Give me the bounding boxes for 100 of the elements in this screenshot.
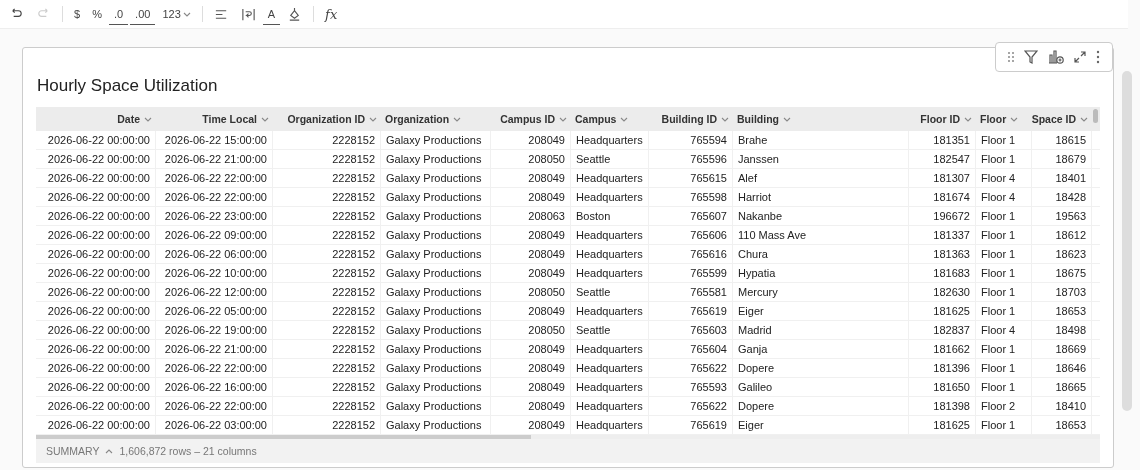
decrease-decimals-button[interactable]: .0 — [108, 3, 129, 25]
format-button[interactable]: $ — [69, 3, 86, 25]
table-cell: Floor 1 — [976, 359, 1032, 377]
table-cell: 208049 — [491, 378, 571, 396]
table-cell: 208050 — [491, 283, 571, 301]
table-cell: 18410 — [1032, 397, 1092, 415]
column-header[interactable]: Time Local — [156, 107, 273, 131]
table-cell: 18653 — [1032, 416, 1092, 434]
table-cell: Headquarters — [571, 416, 649, 434]
table-cell: 765599 — [649, 264, 733, 282]
table-cell: 208049 — [491, 416, 571, 434]
table-cell: Floor 1 — [976, 416, 1032, 434]
table-cell: 208063 — [491, 207, 571, 225]
table-cell: 182837 — [909, 321, 976, 339]
summary-toggle[interactable]: SUMMARY — [46, 445, 100, 457]
table-cell: 2026-06-22 03:00:00 — [156, 416, 273, 434]
table-cell: Floor 4 — [976, 321, 1032, 339]
column-header[interactable]: Campus — [571, 107, 649, 131]
table-cell: 2228152 — [273, 207, 381, 225]
table-cell: 765619 — [649, 302, 733, 320]
table-cell: 765606 — [649, 226, 733, 244]
table-cell: Eiger — [733, 302, 909, 320]
formula-button[interactable]: fx — [320, 3, 343, 25]
table-cell: 765616 — [649, 245, 733, 263]
table-cell: Alef — [733, 169, 909, 187]
table-cell: 2228152 — [273, 397, 381, 415]
table-cell: Galaxy Productions — [381, 397, 491, 415]
table-cell: 765593 — [649, 378, 733, 396]
table-cell: Brahe — [733, 131, 909, 149]
table-cell: 765607 — [649, 207, 733, 225]
table-cell: 181351 — [909, 131, 976, 149]
column-header[interactable]: Organization ID — [273, 107, 381, 131]
column-header[interactable]: Floor — [976, 107, 1032, 131]
table-cell: 208049 — [491, 302, 571, 320]
summary-text: 1,606,872 rows – 21 columns — [119, 445, 257, 457]
table-cell: Floor 1 — [976, 302, 1032, 320]
table-cell: Galileo — [733, 378, 909, 396]
table-cell: 181398 — [909, 397, 976, 415]
column-header[interactable]: Floor ID — [909, 107, 976, 131]
table-cell: 2228152 — [273, 340, 381, 358]
column-header[interactable]: Date — [36, 107, 156, 131]
table-cell: 2026-06-22 22:00:00 — [156, 169, 273, 187]
table-cell: Floor 2 — [976, 397, 1032, 415]
column-header[interactable]: Campus ID — [491, 107, 571, 131]
table-cell: 2026-06-22 00:00:00 — [36, 169, 156, 187]
text-color-button[interactable]: A — [262, 3, 281, 25]
table-cell: 182630 — [909, 283, 976, 301]
table-cell: 2228152 — [273, 359, 381, 377]
table-cell: Galaxy Productions — [381, 131, 491, 149]
table-cell: 2026-06-22 23:00:00 — [156, 207, 273, 225]
table-cell: 18623 — [1032, 245, 1092, 263]
number-format-button[interactable]: 123 — [157, 3, 196, 25]
table-cell: 2228152 — [273, 264, 381, 282]
column-header[interactable]: Organization — [381, 107, 491, 131]
format-button[interactable]: % — [87, 3, 107, 25]
table-cell: 2026-06-22 21:00:00 — [156, 150, 273, 168]
column-header[interactable]: Space ID — [1032, 107, 1092, 131]
table-cell: Floor 4 — [976, 169, 1032, 187]
table-cell: 208050 — [491, 321, 571, 339]
table-cell: Galaxy Productions — [381, 416, 491, 434]
table-cell: 765596 — [649, 150, 733, 168]
table-cell: 765615 — [649, 169, 733, 187]
table-cell: 2026-06-22 00:00:00 — [36, 226, 156, 244]
table-cell: 2026-06-22 00:00:00 — [36, 131, 156, 149]
table-cell: 765603 — [649, 321, 733, 339]
table-cell: 18653 — [1032, 302, 1092, 320]
table-cell: Floor 1 — [976, 150, 1032, 168]
column-header[interactable]: Building ID — [649, 107, 733, 131]
table-cell: 2026-06-22 22:00:00 — [156, 359, 273, 377]
table-cell: Headquarters — [571, 359, 649, 377]
table-cell: 181337 — [909, 226, 976, 244]
table-cell: 181396 — [909, 359, 976, 377]
table-cell: Headquarters — [571, 302, 649, 320]
table-cell: Seattle — [571, 150, 649, 168]
table-cell: 2026-06-22 22:00:00 — [156, 397, 273, 415]
table-cell: Galaxy Productions — [381, 264, 491, 282]
table-cell: Floor 1 — [976, 340, 1032, 358]
table-cell: 2026-06-22 00:00:00 — [36, 302, 156, 320]
table-cell: 2026-06-22 00:00:00 — [36, 397, 156, 415]
table-cell: Seattle — [571, 321, 649, 339]
table-cell: 765594 — [649, 131, 733, 149]
table-cell: Eiger — [733, 416, 909, 434]
table-cell: Headquarters — [571, 378, 649, 396]
column-header[interactable]: Building — [733, 107, 909, 131]
table-cell: Floor 1 — [976, 207, 1032, 225]
table-cell: 2026-06-22 00:00:00 — [36, 188, 156, 206]
table-cell: 2026-06-22 00:00:00 — [36, 264, 156, 282]
table-cell: Floor 1 — [976, 283, 1032, 301]
table-cell: Galaxy Productions — [381, 169, 491, 187]
table-cell: 208049 — [491, 245, 571, 263]
increase-decimals-button[interactable]: .00 — [130, 3, 156, 25]
table-cell: 208049 — [491, 188, 571, 206]
table-cell: 2026-06-22 00:00:00 — [36, 283, 156, 301]
table-cell: Floor 1 — [976, 226, 1032, 244]
table-cell: 2228152 — [273, 150, 381, 168]
table-cell: 2026-06-22 00:00:00 — [36, 359, 156, 377]
table-cell: Headquarters — [571, 245, 649, 263]
table-cell: 18428 — [1032, 188, 1092, 206]
table-cell: 196672 — [909, 207, 976, 225]
table-cell: Dopere — [733, 359, 909, 377]
